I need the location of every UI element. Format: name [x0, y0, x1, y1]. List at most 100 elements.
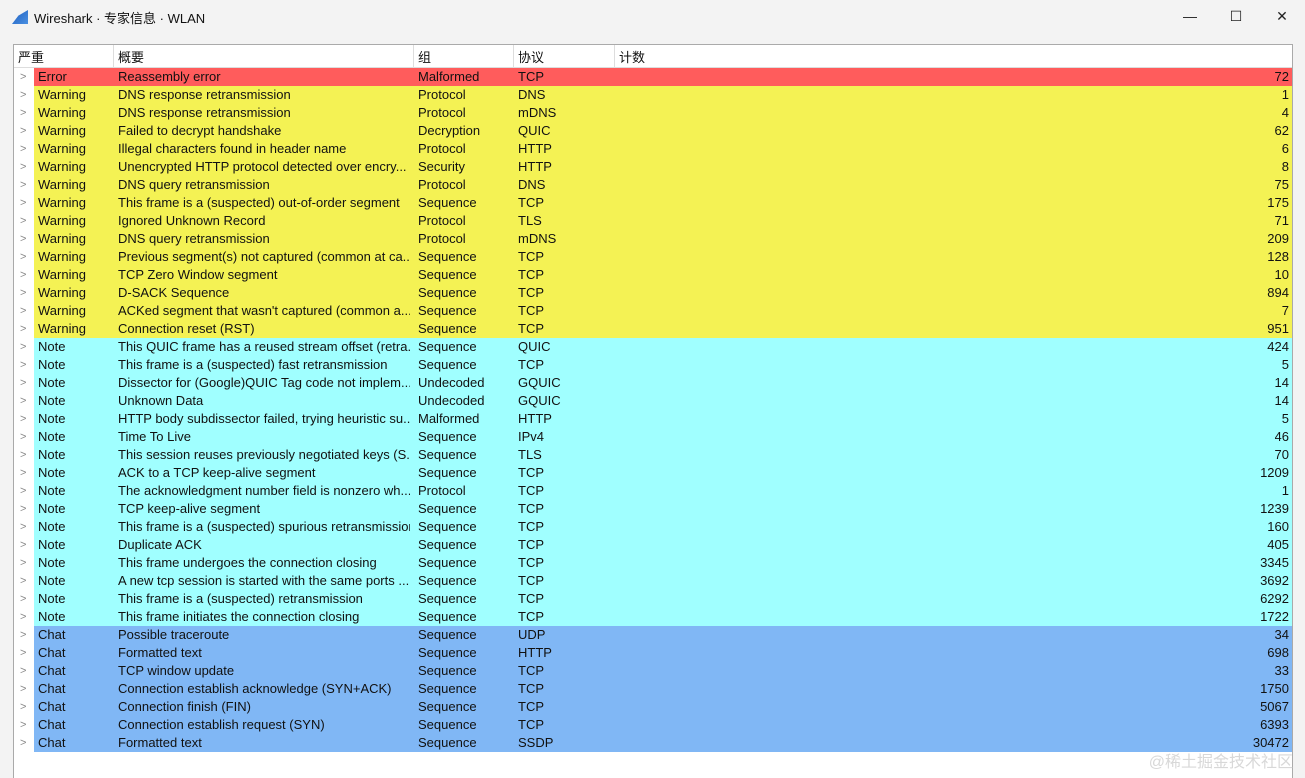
table-row[interactable]: > Chat Connection finish (FIN) Sequence TCP 5…	[14, 698, 1292, 716]
table-row[interactable]: > Note This frame is a (suspected) spuriou…	[14, 518, 1292, 536]
column-header-severity[interactable]: 严重	[14, 45, 114, 68]
column-header-count[interactable]: 计数	[615, 45, 1292, 68]
maximize-button[interactable]: ☐	[1213, 0, 1259, 32]
expand-chevron-icon[interactable]: >	[20, 680, 26, 698]
column-header-protocol[interactable]: 协议	[514, 45, 615, 68]
expand-chevron-icon[interactable]: >	[20, 68, 26, 86]
table-row[interactable]: > Note HTTP body subdissector failed, tryi…	[14, 410, 1292, 428]
table-row[interactable]: > Chat Formatted text Sequence HTTP 698	[14, 644, 1292, 662]
expand-chevron-icon[interactable]: >	[20, 626, 26, 644]
expand-chevron-icon[interactable]: >	[20, 284, 26, 302]
expand-chevron-icon[interactable]: >	[20, 608, 26, 626]
group-cell: Protocol	[418, 141, 466, 156]
expand-chevron-icon[interactable]: >	[20, 356, 26, 374]
expand-chevron-icon[interactable]: >	[20, 374, 26, 392]
table-row[interactable]: > Note ACK to a TCP keep-alive segment Sequ…	[14, 464, 1292, 482]
expand-chevron-icon[interactable]: >	[20, 338, 26, 356]
table-row[interactable]: > Warning ACKed segment that wasn't captur…	[14, 302, 1292, 320]
group-cell: Sequence	[418, 681, 477, 696]
column-header-group[interactable]: 组	[414, 45, 514, 68]
expand-chevron-icon[interactable]: >	[20, 572, 26, 590]
table-row[interactable]: > Chat TCP window update Sequence TCP 33	[14, 662, 1292, 680]
group-cell: Sequence	[418, 717, 477, 732]
table-row[interactable]: > Warning Previous segment(s) not captured…	[14, 248, 1292, 266]
table-row[interactable]: > Chat Connection establish acknowledge (S…	[14, 680, 1292, 698]
table-row[interactable]: > Chat Possible traceroute Sequence UDP 34	[14, 626, 1292, 644]
table-row[interactable]: > Warning Illegal characters found in head…	[14, 140, 1292, 158]
table-row[interactable]: > Note Time To Live Sequence IPv4 46	[14, 428, 1292, 446]
table-row[interactable]: > Note This frame is a (suspected) retrans…	[14, 590, 1292, 608]
group-cell: Sequence	[418, 735, 477, 750]
table-row[interactable]: > Note Duplicate ACK Sequence TCP 405	[14, 536, 1292, 554]
table-row[interactable]: > Note A new tcp session is started with t…	[14, 572, 1292, 590]
expand-chevron-icon[interactable]: >	[20, 662, 26, 680]
count-cell: 3345	[1260, 555, 1289, 570]
minimize-button[interactable]: —	[1167, 0, 1213, 32]
expand-chevron-icon[interactable]: >	[20, 590, 26, 608]
expand-chevron-icon[interactable]: >	[20, 176, 26, 194]
expand-chevron-icon[interactable]: >	[20, 428, 26, 446]
expand-chevron-icon[interactable]: >	[20, 248, 26, 266]
expand-chevron-icon[interactable]: >	[20, 482, 26, 500]
expand-chevron-icon[interactable]: >	[20, 734, 26, 752]
expand-chevron-icon[interactable]: >	[20, 536, 26, 554]
protocol-cell: UDP	[518, 627, 546, 642]
expand-chevron-icon[interactable]: >	[20, 446, 26, 464]
count-cell: 6393	[1260, 717, 1289, 732]
column-header-summary[interactable]: 概要	[114, 45, 414, 68]
expand-chevron-icon[interactable]: >	[20, 698, 26, 716]
severity-cell: Note	[38, 609, 66, 624]
expand-chevron-icon[interactable]: >	[20, 230, 26, 248]
expand-chevron-icon[interactable]: >	[20, 410, 26, 428]
table-row[interactable]: > Note This frame undergoes the connection…	[14, 554, 1292, 572]
expand-chevron-icon[interactable]: >	[20, 194, 26, 212]
table-row[interactable]: > Note This session reuses previously nego…	[14, 446, 1292, 464]
count-cell: 128	[1267, 249, 1289, 264]
table-row[interactable]: > Warning TCP Zero Window segment Sequence T…	[14, 266, 1292, 284]
table-row[interactable]: > Error Reassembly error Malformed TCP 72	[14, 68, 1292, 86]
table-row[interactable]: > Note Unknown Data Undecoded GQUIC 14	[14, 392, 1292, 410]
table-row[interactable]: > Chat Connection establish request (SYN) S…	[14, 716, 1292, 734]
table-row[interactable]: > Warning DNS response retransmission Proto…	[14, 86, 1292, 104]
table-row[interactable]: > Warning Ignored Unknown Record Protocol TL…	[14, 212, 1292, 230]
expand-chevron-icon[interactable]: >	[20, 302, 26, 320]
expand-chevron-icon[interactable]: >	[20, 158, 26, 176]
severity-cell: Note	[38, 465, 66, 480]
expand-chevron-icon[interactable]: >	[20, 140, 26, 158]
table-row[interactable]: > Note This frame initiates the connection…	[14, 608, 1292, 626]
table-row[interactable]: > Warning Connection reset (RST) Sequence TC…	[14, 320, 1292, 338]
table-row[interactable]: > Note This frame is a (suspected) fast re…	[14, 356, 1292, 374]
expand-chevron-icon[interactable]: >	[20, 212, 26, 230]
table-row[interactable]: > Note Dissector for (Google)QUIC Tag code…	[14, 374, 1292, 392]
expand-chevron-icon[interactable]: >	[20, 464, 26, 482]
count-cell: 6292	[1260, 591, 1289, 606]
count-cell: 34	[1274, 627, 1289, 642]
expand-chevron-icon[interactable]: >	[20, 518, 26, 536]
table-row[interactable]: > Note TCP keep-alive segment Sequence TCP 12…	[14, 500, 1292, 518]
table-row[interactable]: > Warning This frame is a (suspected) out-…	[14, 194, 1292, 212]
severity-cell: Chat	[38, 735, 66, 750]
expand-chevron-icon[interactable]: >	[20, 554, 26, 572]
table-row[interactable]: > Warning Failed to decrypt handshake Decry…	[14, 122, 1292, 140]
table-row[interactable]: > Warning DNS response retransmission Proto…	[14, 104, 1292, 122]
table-row[interactable]: > Chat Formatted text Sequence SSDP 30472	[14, 734, 1292, 752]
expand-chevron-icon[interactable]: >	[20, 716, 26, 734]
close-button[interactable]: ✕	[1259, 0, 1305, 32]
table-row[interactable]: > Warning D-SACK Sequence Sequence TCP 894	[14, 284, 1292, 302]
table-row[interactable]: > Note This QUIC frame has a reused stream…	[14, 338, 1292, 356]
severity-cell: Note	[38, 591, 66, 606]
expand-chevron-icon[interactable]: >	[20, 122, 26, 140]
severity-cell: Warning	[38, 303, 86, 318]
expand-chevron-icon[interactable]: >	[20, 104, 26, 122]
expand-chevron-icon[interactable]: >	[20, 266, 26, 284]
severity-cell: Warning	[38, 249, 86, 264]
table-row[interactable]: > Warning DNS query retransmission Protocol…	[14, 230, 1292, 248]
table-row[interactable]: > Note The acknowledgment number field is …	[14, 482, 1292, 500]
expand-chevron-icon[interactable]: >	[20, 320, 26, 338]
table-row[interactable]: > Warning DNS query retransmission Protocol…	[14, 176, 1292, 194]
expand-chevron-icon[interactable]: >	[20, 86, 26, 104]
expand-chevron-icon[interactable]: >	[20, 392, 26, 410]
expand-chevron-icon[interactable]: >	[20, 500, 26, 518]
expand-chevron-icon[interactable]: >	[20, 644, 26, 662]
table-row[interactable]: > Warning Unencrypted HTTP protocol detect…	[14, 158, 1292, 176]
